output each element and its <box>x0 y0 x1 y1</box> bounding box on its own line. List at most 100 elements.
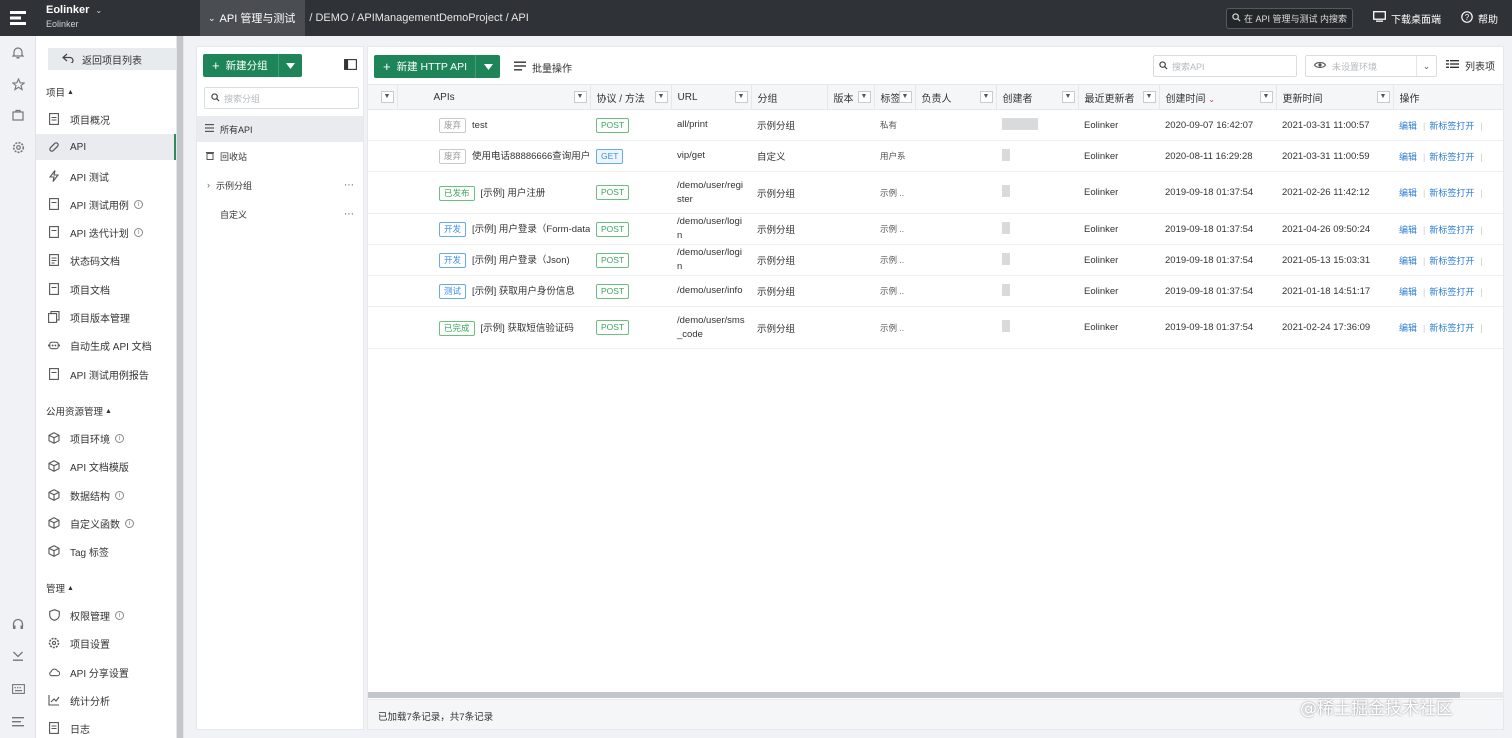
new-http-api-button[interactable]: + 新建 HTTP API <box>374 55 500 78</box>
download-desktop-button[interactable]: 下载桌面端 <box>1373 0 1441 36</box>
sidebar-scrollbar[interactable] <box>176 36 184 738</box>
filter-icon[interactable]: ▼ <box>734 91 748 103</box>
api-name-cell[interactable]: 开发 [示例] 用户登录（Form-data) <box>397 213 590 245</box>
download-icon[interactable] <box>10 648 26 664</box>
info-icon[interactable]: i <box>125 518 134 528</box>
table-row[interactable]: 已发布 [示例] 用户注册 POST/demo/user/register 示例分组 示… <box>368 171 1503 214</box>
sidebar-item-project-docs[interactable]: 项目文档 <box>36 276 176 302</box>
open-new-tab-link[interactable]: 新标签打开 <box>1429 256 1474 266</box>
table-row[interactable]: 测试 [示例] 获取用户身份信息 POST/demo/user/info 示例分组 示例… <box>368 275 1503 307</box>
info-icon[interactable]: i <box>133 227 143 237</box>
sidebar-item-data-structures[interactable]: 数据结构 i <box>36 482 176 508</box>
collapse-panel-icon[interactable] <box>344 59 357 73</box>
environment-select[interactable]: 未设置环境 ⌄ <box>1305 55 1437 77</box>
headset-icon[interactable] <box>10 616 26 632</box>
group-search-input[interactable]: 搜索分组 <box>204 87 359 109</box>
edit-link[interactable]: 编辑 <box>1399 256 1417 266</box>
sidebar-item-api-test[interactable]: API 测试 <box>36 163 176 189</box>
org-switcher[interactable]: Eolinker ⌄ Eolinker <box>46 4 102 29</box>
global-search-input[interactable]: 在 API 管理与测试 内搜索 <box>1226 8 1353 29</box>
table-row[interactable]: 已完成 [示例] 获取短信验证码 POST/demo/user/sms_code 示例… <box>368 306 1503 349</box>
sidebar-item-environments[interactable]: 项目环境 i <box>36 425 176 451</box>
new-group-button[interactable]: + 新建分组 <box>203 54 302 77</box>
row-select-cell[interactable] <box>368 109 397 141</box>
filter-icon[interactable]: ▼ <box>654 91 668 103</box>
caret-down-icon[interactable] <box>475 55 500 78</box>
back-to-projects-button[interactable]: 返回项目列表 <box>48 48 176 70</box>
column-apis[interactable]: APIs ▼ <box>397 84 591 110</box>
edit-link[interactable]: 编辑 <box>1399 121 1417 131</box>
column-created[interactable]: 创建时间 ⌄ ▼ <box>1159 84 1277 110</box>
table-row[interactable]: 废弃 test POST all/print 示例分组 私有 Eolinker 2020-09… <box>368 109 1503 141</box>
open-new-tab-link[interactable]: 新标签打开 <box>1429 121 1474 131</box>
filter-icon[interactable]: ▼ <box>979 91 993 103</box>
menu-icon[interactable] <box>10 713 26 729</box>
table-row[interactable]: 开发 [示例] 用户登录（Form-data) POST/demo/user/log… <box>368 213 1503 245</box>
filter-icon[interactable]: ▼ <box>898 91 912 103</box>
sidebar-item-permissions[interactable]: 权限管理 i <box>36 602 176 628</box>
sidebar-item-logs[interactable]: 日志 <box>36 715 176 738</box>
row-select-cell[interactable] <box>368 171 397 214</box>
edit-link[interactable]: 编辑 <box>1399 152 1417 162</box>
row-select-cell[interactable] <box>368 213 397 245</box>
section-project-header[interactable]: 项目 ▲ <box>46 85 74 99</box>
edit-link[interactable]: 编辑 <box>1399 287 1417 297</box>
column-url[interactable]: URL ▼ <box>671 84 752 110</box>
column-version[interactable]: 版本 ▼ <box>827 84 875 110</box>
group-item-sample[interactable]: › 示例分组 ⋯ <box>197 172 363 198</box>
open-new-tab-link[interactable]: 新标签打开 <box>1429 225 1474 235</box>
group-item-custom[interactable]: 自定义 ⋯ <box>197 201 363 227</box>
sidebar-item-project-settings[interactable]: 项目设置 <box>36 630 176 656</box>
scrollbar-thumb[interactable] <box>368 692 1460 698</box>
filter-icon[interactable]: ▼ <box>1259 91 1273 103</box>
bag-icon[interactable] <box>10 107 26 123</box>
column-creator[interactable]: 创建者 ▼ <box>996 84 1079 110</box>
keyboard-icon[interactable] <box>10 681 26 697</box>
bell-icon[interactable] <box>10 44 26 60</box>
sidebar-item-tags[interactable]: Tag 标签 <box>36 538 176 564</box>
group-item-all[interactable]: 所有API <box>197 116 363 142</box>
api-name-cell[interactable]: 已完成 [示例] 获取短信验证码 <box>397 306 590 349</box>
breadcrumb[interactable]: / DEMO / APIManagementDemoProject / API <box>305 12 528 24</box>
more-icon[interactable]: ⋯ <box>344 180 355 191</box>
batch-ops-button[interactable]: 批量操作 <box>514 60 572 75</box>
column-group[interactable]: 分组 <box>751 84 828 110</box>
row-select-cell[interactable] <box>368 140 397 172</box>
row-select-cell[interactable] <box>368 306 397 349</box>
star-icon[interactable] <box>10 76 26 92</box>
row-select-cell[interactable] <box>368 275 397 307</box>
sidebar-item-iteration[interactable]: API 迭代计划 i <box>36 219 176 245</box>
sidebar-item-status-codes[interactable]: 状态码文档 <box>36 247 176 273</box>
table-row[interactable]: 废弃使用电话88886666查询用户信息 GET vip/get 自定义 用户系 Eoli… <box>368 140 1503 172</box>
open-new-tab-link[interactable]: 新标签打开 <box>1429 152 1474 162</box>
filter-icon[interactable]: ▼ <box>1376 91 1390 103</box>
column-method[interactable]: 协议 / 方法 ▼ <box>590 84 672 110</box>
column-tag[interactable]: 标签 ▼ <box>874 84 916 110</box>
filter-icon[interactable]: ▼ <box>1061 91 1075 103</box>
help-button[interactable]: ? 帮助 <box>1461 0 1498 36</box>
info-icon[interactable]: i <box>115 433 124 443</box>
select-all-column[interactable]: ▼ <box>368 84 398 110</box>
sort-desc-icon[interactable]: ⌄ <box>1208 95 1215 104</box>
sidebar-item-share-settings[interactable]: API 分享设置 <box>36 659 176 685</box>
section-manage-header[interactable]: 管理 ▲ <box>46 581 74 595</box>
sidebar-item-versions[interactable]: 项目版本管理 <box>36 304 176 330</box>
app-logo-icon[interactable] <box>0 0 36 36</box>
info-icon[interactable]: i <box>115 490 124 500</box>
open-new-tab-link[interactable]: 新标签打开 <box>1429 323 1474 333</box>
api-search-input[interactable]: 搜索API <box>1153 55 1297 77</box>
edit-link[interactable]: 编辑 <box>1399 323 1417 333</box>
edit-link[interactable]: 编辑 <box>1399 225 1417 235</box>
sidebar-item-api[interactable]: API <box>36 134 176 160</box>
sidebar-item-statistics[interactable]: 统计分析 <box>36 687 176 713</box>
section-public-header[interactable]: 公用资源管理 ▲ <box>46 404 112 418</box>
group-item-trash[interactable]: 回收站 <box>197 143 363 169</box>
module-switcher[interactable]: ⌄ API 管理与测试 <box>200 0 306 36</box>
table-row[interactable]: 开发 [示例] 用户登录（Json) POST/demo/user/login 示例分… <box>368 244 1503 276</box>
settings-gear-icon[interactable] <box>10 139 26 155</box>
sidebar-item-test-cases[interactable]: API 测试用例 i <box>36 191 176 217</box>
filter-icon[interactable]: ▼ <box>857 91 871 103</box>
filter-icon[interactable]: ▼ <box>573 91 587 103</box>
sidebar-item-test-report[interactable]: API 测试用例报告 <box>36 361 176 387</box>
info-icon[interactable]: i <box>133 199 143 209</box>
